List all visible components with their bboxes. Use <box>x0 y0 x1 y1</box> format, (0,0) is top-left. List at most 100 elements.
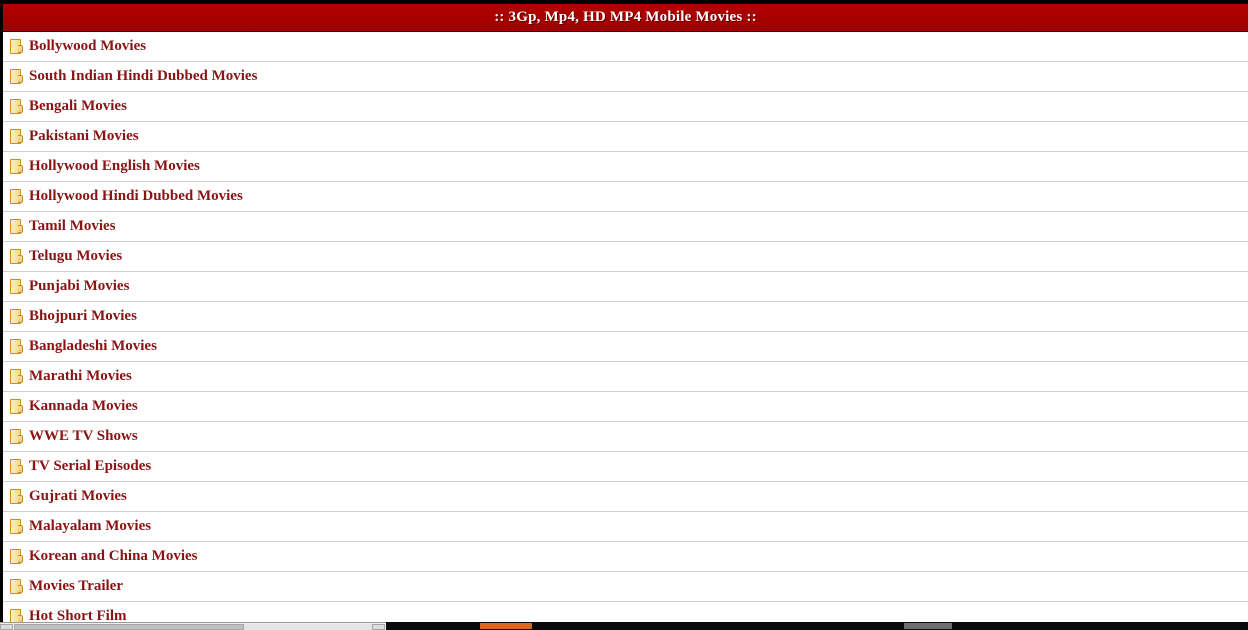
folder-icon <box>10 399 23 414</box>
folder-icon-tab <box>18 375 23 383</box>
browser-viewport: :: 3Gp, Mp4, HD MP4 Mobile Movies :: Bol… <box>3 4 1248 622</box>
folder-icon-tab <box>18 435 23 443</box>
category-row[interactable]: Tamil Movies <box>3 212 1248 242</box>
folder-icon <box>10 429 23 444</box>
scroll-right-arrow-icon[interactable] <box>372 624 385 630</box>
folder-icon <box>10 189 23 204</box>
category-label: Telugu Movies <box>29 248 123 264</box>
category-link[interactable]: Hollywood Hindi Dubbed Movies <box>10 189 243 204</box>
category-row[interactable]: Hollywood English Movies <box>3 152 1248 182</box>
category-label: Movies Trailer <box>29 578 123 594</box>
folder-icon <box>10 369 23 384</box>
scrollbar-thumb[interactable] <box>14 624 244 630</box>
folder-icon-tab <box>18 405 23 413</box>
folder-icon-tab <box>18 585 23 593</box>
category-label: Hot Short Film <box>29 608 127 623</box>
category-row[interactable]: Movies Trailer <box>3 572 1248 602</box>
category-label: Malayalam Movies <box>29 518 152 534</box>
category-label: Kannada Movies <box>29 398 138 414</box>
folder-icon <box>10 69 23 84</box>
category-row[interactable]: Korean and China Movies <box>3 542 1248 572</box>
folder-icon-tab <box>18 225 23 233</box>
category-link[interactable]: Kannada Movies <box>10 399 138 414</box>
category-label: Bangladeshi Movies <box>29 338 157 354</box>
category-link[interactable]: Bollywood Movies <box>10 39 146 54</box>
category-row[interactable]: Pakistani Movies <box>3 122 1248 152</box>
category-row[interactable]: Kannada Movies <box>3 392 1248 422</box>
folder-icon <box>10 579 23 594</box>
category-row[interactable]: Telugu Movies <box>3 242 1248 272</box>
category-link[interactable]: Pakistani Movies <box>10 129 139 144</box>
folder-icon-tab <box>18 495 23 503</box>
category-row[interactable]: Bengali Movies <box>3 92 1248 122</box>
category-label: Punjabi Movies <box>29 278 130 294</box>
folder-icon-tab <box>18 465 23 473</box>
category-link[interactable]: Korean and China Movies <box>10 549 198 564</box>
category-link[interactable]: Bengali Movies <box>10 99 127 114</box>
horizontal-scrollbar[interactable] <box>0 622 386 630</box>
category-link[interactable]: Marathi Movies <box>10 369 132 384</box>
category-link[interactable]: Punjabi Movies <box>10 279 129 294</box>
folder-icon-tab <box>18 195 23 203</box>
category-label: Korean and China Movies <box>29 548 198 564</box>
category-row[interactable]: Bangladeshi Movies <box>3 332 1248 362</box>
folder-icon <box>10 249 23 264</box>
folder-icon <box>10 549 23 564</box>
category-link[interactable]: South Indian Hindi Dubbed Movies <box>10 69 257 84</box>
folder-icon <box>10 99 23 114</box>
category-link[interactable]: Hollywood English Movies <box>10 159 200 174</box>
category-label: TV Serial Episodes <box>29 458 152 474</box>
folder-icon-tab <box>18 165 23 173</box>
category-row[interactable]: Malayalam Movies <box>3 512 1248 542</box>
category-label: Hollywood English Movies <box>29 158 200 174</box>
category-label: Tamil Movies <box>29 218 116 234</box>
folder-icon-tab <box>18 135 23 143</box>
scroll-left-arrow-icon[interactable] <box>0 624 13 630</box>
page-title: :: 3Gp, Mp4, HD MP4 Mobile Movies :: <box>494 9 757 25</box>
category-link[interactable]: Telugu Movies <box>10 249 122 264</box>
category-row[interactable]: WWE TV Shows <box>3 422 1248 452</box>
folder-icon-tab <box>18 285 23 293</box>
category-link[interactable]: Movies Trailer <box>10 579 123 594</box>
taskbar-item[interactable] <box>904 623 952 629</box>
category-link[interactable]: Hot Short Film <box>10 609 127 622</box>
site-header-banner: :: 3Gp, Mp4, HD MP4 Mobile Movies :: <box>3 4 1248 32</box>
folder-icon <box>10 609 23 622</box>
system-taskbar[interactable] <box>386 622 1248 630</box>
category-row[interactable]: TV Serial Episodes <box>3 452 1248 482</box>
taskbar-active-item[interactable] <box>480 623 532 629</box>
category-row[interactable]: Punjabi Movies <box>3 272 1248 302</box>
folder-icon-tab <box>18 75 23 83</box>
category-label: South Indian Hindi Dubbed Movies <box>29 68 258 84</box>
bottom-chrome <box>0 622 1248 630</box>
category-row[interactable]: Bollywood Movies <box>3 32 1248 62</box>
category-link[interactable]: TV Serial Episodes <box>10 459 151 474</box>
folder-icon-tab <box>18 45 23 53</box>
category-row[interactable]: South Indian Hindi Dubbed Movies <box>3 62 1248 92</box>
folder-icon-tab <box>18 315 23 323</box>
category-link[interactable]: Malayalam Movies <box>10 519 151 534</box>
category-row[interactable]: Hot Short Film <box>3 602 1248 622</box>
folder-icon <box>10 489 23 504</box>
category-link[interactable]: Gujrati Movies <box>10 489 127 504</box>
category-link[interactable]: Tamil Movies <box>10 219 116 234</box>
category-row[interactable]: Gujrati Movies <box>3 482 1248 512</box>
category-row[interactable]: Marathi Movies <box>3 362 1248 392</box>
folder-icon-tab <box>18 525 23 533</box>
category-row[interactable]: Hollywood Hindi Dubbed Movies <box>3 182 1248 212</box>
folder-icon-tab <box>18 555 23 563</box>
category-label: Bengali Movies <box>29 98 127 114</box>
category-row[interactable]: Bhojpuri Movies <box>3 302 1248 332</box>
folder-icon <box>10 339 23 354</box>
category-label: Bollywood Movies <box>29 38 147 54</box>
category-label: Pakistani Movies <box>29 128 139 144</box>
category-label: Marathi Movies <box>29 368 132 384</box>
folder-icon <box>10 309 23 324</box>
folder-icon <box>10 39 23 54</box>
folder-icon-tab <box>18 255 23 263</box>
category-link[interactable]: WWE TV Shows <box>10 429 138 444</box>
category-label: Bhojpuri Movies <box>29 308 137 324</box>
category-link[interactable]: Bhojpuri Movies <box>10 309 137 324</box>
category-link[interactable]: Bangladeshi Movies <box>10 339 157 354</box>
folder-icon-tab <box>18 105 23 113</box>
